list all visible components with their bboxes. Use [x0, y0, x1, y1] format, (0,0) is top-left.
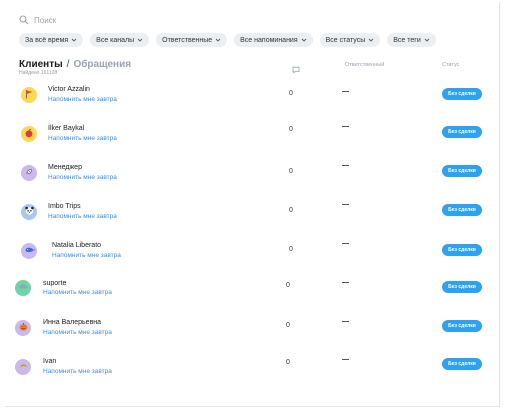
message-count: 0 — [289, 168, 293, 175]
client-row[interactable]: Ivan Напомнить мне завтра 0 Без сделки — [5, 355, 500, 395]
cloud-icon — [18, 279, 29, 297]
filter-label: Все напоминания — [240, 36, 298, 44]
responsible-empty — [342, 321, 349, 323]
filter-responsible[interactable]: Ответственные — [156, 33, 228, 47]
remind-tomorrow-link[interactable]: Напомнить мне завтра — [48, 135, 117, 142]
client-name[interactable]: Менеджер — [48, 164, 82, 171]
avatar — [21, 165, 37, 181]
search-icon — [19, 15, 29, 25]
message-count: 0 — [289, 246, 293, 253]
avatar — [21, 243, 37, 259]
remind-tomorrow-link[interactable]: Напомнить мне завтра — [43, 368, 112, 375]
avatar — [15, 359, 31, 375]
avatar — [21, 204, 37, 220]
chevron-down-icon — [71, 37, 77, 43]
client-row[interactable]: Natalia Liberato Напомнить мне завтра 0 … — [5, 238, 500, 278]
pumpkin-icon — [18, 319, 29, 337]
search-bar[interactable] — [19, 11, 495, 29]
taco-icon — [18, 358, 29, 376]
remind-tomorrow-link[interactable]: Напомнить мне завтра — [43, 329, 112, 336]
filter-tags[interactable]: Все теги — [387, 33, 436, 47]
client-name[interactable]: Инна Валерьевна — [43, 319, 101, 326]
client-row[interactable]: Инна Валерьевна Напомнить мне завтра 0 Б… — [5, 316, 500, 356]
status-badge[interactable]: Без сделки — [442, 244, 482, 256]
client-row[interactable]: Imbo Trips Напомнить мне завтра 0 Без сд… — [5, 199, 500, 239]
remind-tomorrow-link[interactable]: Напомнить мне завтра — [48, 213, 117, 220]
client-name[interactable]: İlker Baykal — [48, 125, 84, 132]
client-row[interactable]: Менеджер Напомнить мне завтра 0 Без сдел… — [5, 160, 500, 200]
chevron-down-icon — [368, 37, 374, 43]
responsible-empty — [342, 91, 349, 93]
tab-clients[interactable]: Клиенты — [19, 59, 63, 70]
clients-panel: За всё время Все каналы Ответственные Вс… — [5, 2, 500, 407]
filter-statuses[interactable]: Все статусы — [319, 33, 381, 47]
status-badge[interactable]: Без сделки — [442, 358, 482, 370]
tab-requests[interactable]: Обращения — [73, 59, 131, 70]
filter-label: За всё время — [25, 36, 69, 44]
filter-label: Все каналы — [96, 36, 135, 44]
client-row[interactable]: suporte Напомнить мне завтра 0 Без сделк… — [5, 277, 500, 317]
filter-label: Все теги — [393, 36, 421, 44]
filter-reminders[interactable]: Все напоминания — [234, 33, 313, 47]
client-name[interactable]: Ivan — [43, 358, 56, 365]
responsible-empty — [342, 282, 349, 284]
status-badge[interactable]: Без сделки — [442, 320, 482, 332]
client-row[interactable]: İlker Baykal Напомнить мне завтра 0 Без … — [5, 121, 500, 161]
status-badge[interactable]: Без сделки — [442, 165, 482, 177]
message-count: 0 — [289, 207, 293, 214]
avatar — [15, 320, 31, 336]
message-count: 0 — [289, 90, 293, 97]
responsible-empty — [342, 243, 349, 245]
chevron-down-icon — [424, 37, 430, 43]
tab-separator: / — [66, 59, 70, 70]
apple-icon — [24, 125, 34, 143]
chat-bubble-icon — [292, 61, 300, 79]
avatar — [21, 126, 37, 142]
remind-tomorrow-link[interactable]: Напомнить мне завтра — [48, 174, 117, 181]
remind-tomorrow-link[interactable]: Напомнить мне завтра — [48, 96, 117, 103]
column-header-responsible: Ответственный — [345, 62, 385, 68]
client-name[interactable]: Imbo Trips — [48, 203, 81, 210]
client-name[interactable]: Victor Azzalin — [48, 86, 90, 93]
filter-period[interactable]: За всё время — [19, 33, 84, 47]
avatar — [21, 87, 37, 103]
message-count: 0 — [286, 282, 290, 289]
section-tabs: Клиенты / Обращения — [19, 59, 131, 70]
chevron-down-icon — [301, 37, 307, 43]
responsible-empty — [342, 126, 349, 128]
responsible-empty — [342, 204, 349, 206]
column-header-status: Статус — [442, 62, 460, 68]
status-badge[interactable]: Без сделки — [442, 88, 482, 100]
message-count: 0 — [289, 126, 293, 133]
panda-icon — [24, 203, 35, 221]
search-input[interactable] — [34, 15, 234, 25]
client-name[interactable]: suporte — [43, 280, 66, 287]
whale-icon — [24, 242, 35, 260]
filter-label: Все статусы — [325, 36, 366, 44]
chevron-down-icon — [215, 37, 221, 43]
avatar — [15, 280, 31, 296]
client-row[interactable]: Victor Azzalin Напомнить мне завтра 0 Бе… — [5, 82, 500, 122]
found-count: Найдено 161128 — [19, 70, 58, 76]
filter-bar: За всё время Все каналы Ответственные Вс… — [19, 33, 436, 47]
message-count: 0 — [286, 322, 290, 329]
remind-tomorrow-link[interactable]: Напомнить мне завтра — [52, 252, 121, 259]
chevron-down-icon — [137, 37, 143, 43]
rocket-icon — [24, 164, 34, 182]
remind-tomorrow-link[interactable]: Напомнить мне завтра — [43, 289, 112, 296]
filter-channels[interactable]: Все каналы — [90, 33, 150, 47]
client-name[interactable]: Natalia Liberato — [52, 242, 101, 249]
responsible-empty — [342, 165, 349, 167]
message-count: 0 — [286, 359, 290, 366]
status-badge[interactable]: Без сделки — [442, 281, 482, 293]
status-badge[interactable]: Без сделки — [442, 204, 482, 216]
responsible-empty — [342, 359, 349, 361]
status-badge[interactable]: Без сделки — [442, 126, 482, 138]
filter-label: Ответственные — [162, 36, 213, 44]
flag-icon — [24, 86, 34, 104]
